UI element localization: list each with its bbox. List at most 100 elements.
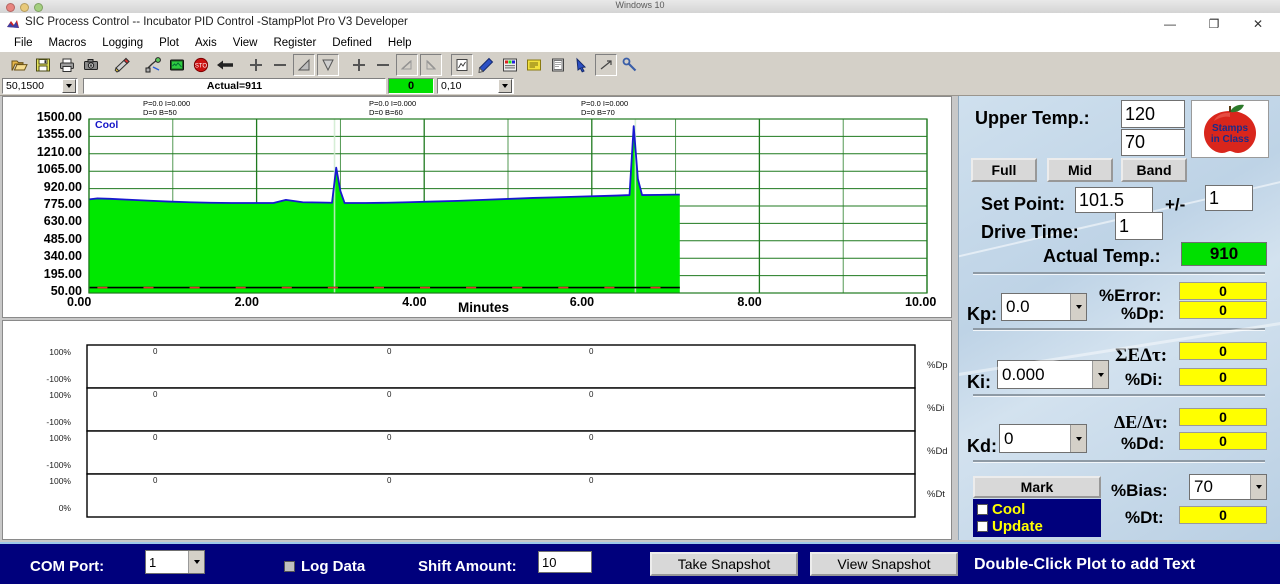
kd-label: Kd: bbox=[967, 436, 997, 456]
vm-title: Windows 10 bbox=[615, 0, 665, 10]
chevron-down-icon[interactable] bbox=[1070, 425, 1086, 452]
time-combo-value: 0,10 bbox=[441, 80, 462, 92]
ki-value: 0.000 bbox=[1002, 364, 1045, 384]
delta-error-value: 0 bbox=[1179, 408, 1267, 426]
chevron-down-icon[interactable] bbox=[188, 551, 204, 573]
scale-down-icon[interactable] bbox=[317, 54, 339, 76]
log-data-checkbox[interactable] bbox=[284, 561, 295, 572]
menu-plot[interactable]: Plot bbox=[151, 35, 187, 52]
palette-icon[interactable] bbox=[499, 54, 521, 76]
cool-checkbox[interactable] bbox=[977, 504, 988, 515]
minus-time-icon[interactable] bbox=[372, 54, 394, 76]
menu-help[interactable]: Help bbox=[380, 35, 420, 52]
wand-icon[interactable] bbox=[111, 54, 133, 76]
upper-temp-input[interactable]: 120 bbox=[1121, 100, 1185, 128]
chevron-down-icon[interactable] bbox=[1092, 361, 1108, 388]
open-folder-icon[interactable] bbox=[8, 54, 30, 76]
kd-combo[interactable]: 0 bbox=[999, 424, 1087, 453]
window-buttons[interactable]: — ❐ ✕ bbox=[1148, 13, 1280, 35]
cool-checkbox-row[interactable]: Cool bbox=[977, 501, 1025, 518]
cool-series-label: Cool bbox=[95, 119, 119, 131]
pointer-icon[interactable] bbox=[571, 54, 593, 76]
set-point-input[interactable]: 101.5 bbox=[1075, 187, 1153, 213]
sub-plots-panel[interactable]: 100% -100% %Dp 0 0 0 100% -100% %Di 0 0 0 100% -100%%… bbox=[2, 320, 952, 540]
menu-file[interactable]: File bbox=[6, 35, 41, 52]
chevron-down-icon[interactable] bbox=[498, 79, 512, 93]
kp-combo[interactable]: 0.0 bbox=[1001, 293, 1087, 321]
bias-combo[interactable]: 70 bbox=[1189, 474, 1267, 500]
mark-button[interactable]: Mark bbox=[973, 476, 1101, 498]
menu-defined[interactable]: Defined bbox=[324, 35, 380, 52]
connect-icon[interactable] bbox=[142, 54, 164, 76]
back-arrow-icon[interactable] bbox=[214, 54, 236, 76]
log-data-label: Log Data bbox=[301, 558, 366, 575]
sub-plot-zero-marker: 0 bbox=[589, 390, 594, 399]
mid-button[interactable]: Mid bbox=[1047, 158, 1113, 182]
update-checkbox[interactable] bbox=[977, 521, 988, 532]
plus-icon[interactable] bbox=[245, 54, 267, 76]
full-button[interactable]: Full bbox=[971, 158, 1037, 182]
minimize-button[interactable]: — bbox=[1148, 13, 1192, 35]
save-disk-icon[interactable] bbox=[32, 54, 54, 76]
divider-1 bbox=[973, 272, 1265, 275]
plus-time-icon[interactable] bbox=[348, 54, 370, 76]
divider-4 bbox=[973, 460, 1265, 463]
pen-icon[interactable] bbox=[475, 54, 497, 76]
sub-plot-y-max-label: 100% bbox=[49, 390, 71, 400]
maximize-button[interactable]: ❐ bbox=[1192, 13, 1236, 35]
actual-temp-label: Actual Temp.: bbox=[1043, 246, 1161, 266]
sub-plot-y-max-label: 100% bbox=[49, 476, 71, 486]
expand-icon[interactable] bbox=[595, 54, 617, 76]
stop-icon[interactable]: STO bbox=[190, 54, 212, 76]
sub-plot-y-max-label: 100% bbox=[49, 347, 71, 357]
sub-plot-zero-marker: 0 bbox=[153, 390, 158, 399]
clipboard-icon[interactable] bbox=[547, 54, 569, 76]
sub-plot-y-min-label: -100% bbox=[46, 417, 71, 427]
menu-view[interactable]: View bbox=[225, 35, 266, 52]
sub-plot-zero-marker: 0 bbox=[387, 390, 392, 399]
pdf-icon[interactable] bbox=[451, 54, 473, 76]
bottom-bar: COM Port: 1 Log Data Shift Amount: 10 Ta… bbox=[0, 542, 1280, 584]
menu-axis[interactable]: Axis bbox=[187, 35, 225, 52]
update-checkbox-row[interactable]: Update bbox=[977, 518, 1043, 535]
print-icon[interactable] bbox=[56, 54, 78, 76]
lower-temp-input[interactable]: 70 bbox=[1121, 129, 1185, 156]
take-snapshot-button[interactable]: Take Snapshot bbox=[650, 552, 798, 576]
display-icon[interactable] bbox=[166, 54, 188, 76]
chevron-down-icon[interactable] bbox=[1250, 475, 1266, 499]
menu-macros[interactable]: Macros bbox=[41, 35, 95, 52]
close-button[interactable]: ✕ bbox=[1236, 13, 1280, 35]
bias-value: 70 bbox=[1194, 477, 1213, 496]
drive-time-input[interactable]: 1 bbox=[1115, 212, 1163, 240]
menu-logging[interactable]: Logging bbox=[94, 35, 151, 52]
plot-canvas[interactable] bbox=[3, 97, 953, 317]
plus-minus-input[interactable]: 1 bbox=[1205, 185, 1253, 211]
zoom-in-time-icon[interactable] bbox=[396, 54, 418, 76]
main-plot[interactable]: P=0.0 I=0.000 D=0 B=50 P=0.0 I=0.000 D=0… bbox=[2, 96, 952, 318]
time-combo[interactable]: 0,10 bbox=[437, 78, 514, 94]
sub-plot-y-min-label: -100% bbox=[46, 374, 71, 384]
notes-icon[interactable] bbox=[523, 54, 545, 76]
chevron-down-icon[interactable] bbox=[1070, 294, 1086, 320]
shift-amount-input[interactable]: 10 bbox=[538, 551, 592, 573]
minus-icon[interactable] bbox=[269, 54, 291, 76]
menu-register[interactable]: Register bbox=[265, 35, 324, 52]
sub-plot-y-min-label: 0% bbox=[58, 503, 71, 513]
svg-text:Stamps: Stamps bbox=[1212, 123, 1249, 134]
band-button[interactable]: Band bbox=[1121, 158, 1187, 182]
com-port-combo[interactable]: 1 bbox=[145, 550, 205, 574]
chevron-down-icon[interactable] bbox=[62, 79, 76, 93]
log-data-row[interactable]: Log Data bbox=[284, 558, 365, 575]
cool-update-block: Cool Update bbox=[973, 499, 1101, 537]
camera-icon[interactable] bbox=[80, 54, 102, 76]
vm-host-bar: Windows 10 bbox=[0, 0, 1280, 14]
view-snapshot-button[interactable]: View Snapshot bbox=[810, 552, 958, 576]
stamps-in-class-logo: Stamps in Class bbox=[1191, 100, 1269, 158]
wrench-icon[interactable] bbox=[619, 54, 641, 76]
sub-plot-label: %Dd bbox=[927, 445, 948, 457]
range-combo[interactable]: 50,1500 bbox=[2, 78, 78, 94]
zoom-out-time-icon[interactable] bbox=[420, 54, 442, 76]
sub-plots-canvas[interactable] bbox=[3, 321, 951, 539]
ki-combo[interactable]: 0.000 bbox=[997, 360, 1109, 389]
scale-up-icon[interactable] bbox=[293, 54, 315, 76]
